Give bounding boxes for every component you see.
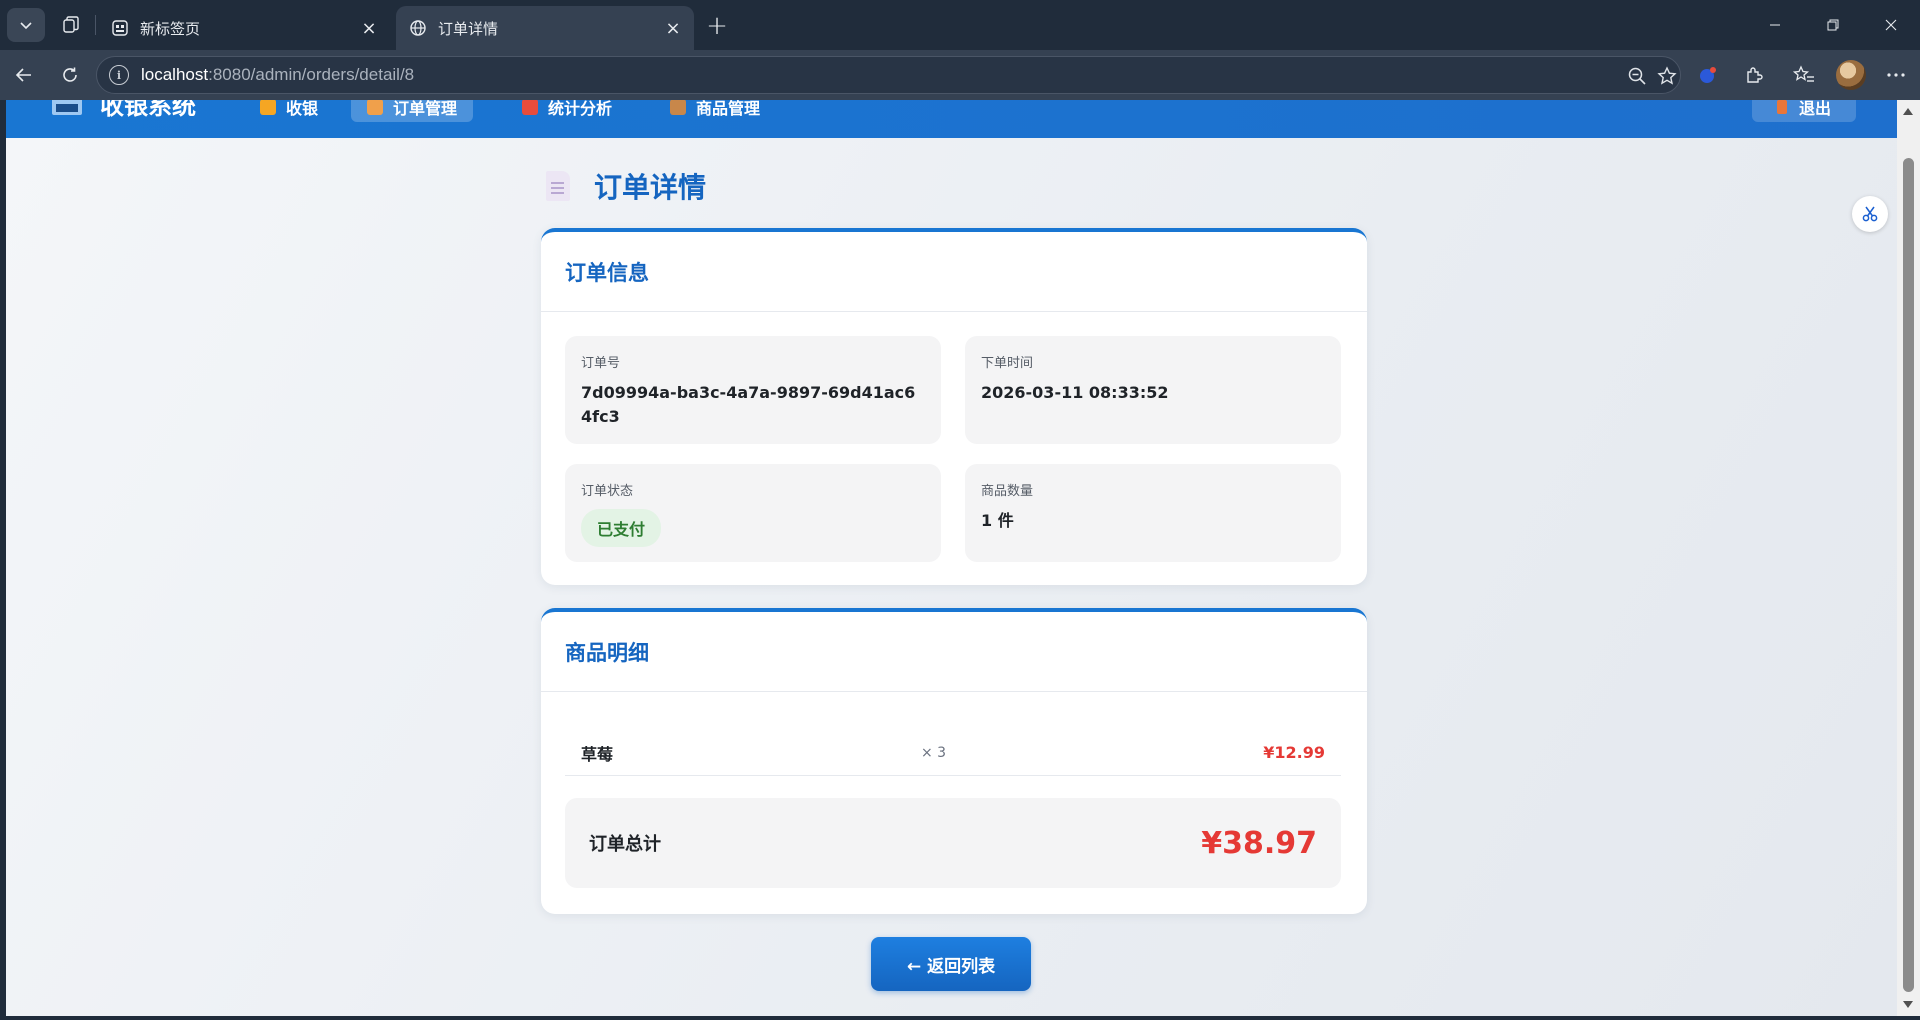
puzzle-icon [1747,67,1763,83]
close-icon [1885,19,1897,31]
close-window-button[interactable] [1862,0,1920,50]
field-label: 订单号 [581,356,621,371]
checkout-icon [260,100,276,115]
nav-label: 统计分析 [548,100,613,118]
order-status-field: 订单状态 已支付 [565,464,941,562]
extensions-button[interactable] [1736,58,1772,92]
url-path: :8080/admin/orders/detail/8 [208,65,415,84]
item-count-value: 1 件 [981,511,1014,530]
tab-title: 订单详情 [438,19,499,38]
site-info-icon[interactable]: i [109,65,129,85]
back-to-list-button[interactable]: ← 返回列表 [871,937,1031,991]
more-horizontal-icon [1887,73,1905,77]
browser-tab-bar: 新标签页 × 订单详情 × + [0,0,1920,50]
app-name: 收银系统 [100,100,196,120]
field-label: 下单时间 [981,356,1034,371]
orders-icon [367,100,383,115]
bar-chart-icon [522,100,538,115]
workspaces-icon [63,16,79,33]
card-heading: 商品明细 [541,612,1367,692]
nav-label: 商品管理 [696,100,761,118]
page-scrollbar[interactable] [1897,100,1920,1016]
order-info-card: 订单信息 订单号 7d09994a-ba3c-4a7a-9897-69d41ac… [541,228,1367,585]
item-quantity: × 3 [921,744,947,761]
reload-button[interactable] [52,58,88,92]
close-icon[interactable]: × [662,17,684,39]
total-value: ¥38.97 [1201,825,1317,861]
app-logo[interactable]: 收银系统 [52,100,196,121]
tab-order-detail[interactable]: 订单详情 × [396,6,694,50]
nav-item-products[interactable]: 商品管理 [654,100,776,122]
zoom-icon[interactable] [1622,57,1652,95]
new-tab-page-icon [110,18,130,38]
tab-separator [95,15,96,35]
address-bar[interactable]: i localhost:8080/admin/orders/detail/8 [96,56,1681,94]
restore-icon [1827,19,1839,31]
page-title-text: 订单详情 [594,171,707,204]
item-name: 草莓 [581,744,614,764]
scrollbar-thumb[interactable] [1903,158,1914,992]
scroll-down-icon[interactable] [1903,1001,1913,1008]
package-icon [670,100,686,115]
order-number-field: 订单号 7d09994a-ba3c-4a7a-9897-69d41ac64fc3 [565,336,941,444]
restore-button[interactable] [1804,0,1862,50]
scissors-icon [1862,206,1878,222]
favorite-star-icon[interactable] [1652,57,1682,95]
order-number-value: 7d09994a-ba3c-4a7a-9897-69d41ac64fc3 [581,383,916,426]
order-time-value: 2026-03-11 08:33:52 [981,383,1169,402]
status-badge: 已支付 [581,509,662,547]
order-time-field: 下单时间 2026-03-11 08:33:52 [965,336,1341,444]
workspaces-button[interactable] [54,8,88,42]
profile-avatar[interactable] [1836,60,1866,90]
reload-icon [63,67,77,82]
browser-toolbar: i localhost:8080/admin/orders/detail/8 [0,50,1920,100]
more-menu-button[interactable] [1878,58,1914,92]
scroll-up-icon[interactable] [1903,108,1913,115]
door-icon [1776,100,1787,114]
new-tab-button[interactable]: + [700,10,734,42]
nav-label: 收银 [286,100,319,118]
arrow-left-icon [15,68,31,82]
total-label: 订单总计 [589,834,661,855]
tab-new-tab[interactable]: 新标签页 × [98,6,390,50]
document-icon [546,171,570,201]
url-text[interactable]: localhost:8080/admin/orders/detail/8 [141,65,414,85]
favorites-list-icon [1793,65,1814,82]
field-label: 商品数量 [981,484,1034,499]
tab-title: 新标签页 [140,19,201,38]
field-label: 订单状态 [581,484,634,499]
card-heading: 订单信息 [541,232,1367,312]
nav-item-statistics[interactable]: 统计分析 [506,100,628,122]
cash-register-icon [52,100,82,115]
logout-button[interactable]: 退出 [1752,100,1856,122]
order-total: 订单总计 ¥38.97 [565,798,1341,888]
page-viewport: 收银系统 收银 订单管理 统计分析 商品管理 退出 订单详情 订单信息 订单号 … [6,100,1920,1016]
minimize-icon [1770,24,1780,26]
globe-icon [408,18,428,38]
favorites-button[interactable] [1786,58,1822,92]
chevron-down-icon [20,22,32,30]
nav-item-orders[interactable]: 订单管理 [351,100,474,122]
close-icon[interactable]: × [358,17,380,39]
extension-badge-icon [1700,67,1716,83]
minimize-button[interactable] [1746,0,1804,50]
back-nav-button[interactable] [6,58,42,92]
logout-label: 退出 [1798,100,1831,118]
list-item: 草莓 × 3 ¥12.99 [565,730,1341,776]
url-host: localhost [141,65,209,84]
page-title: 订单详情 [546,166,706,206]
extension-button[interactable] [1690,58,1726,92]
nav-item-checkout[interactable]: 收银 [244,100,334,122]
app-header: 收银系统 收银 订单管理 统计分析 商品管理 退出 [6,100,1897,138]
nav-label: 订单管理 [393,100,458,118]
order-items-card: 商品明细 草莓 × 3 ¥12.99 订单总计 ¥38.97 [541,608,1367,914]
screenshot-tool-button[interactable] [1852,196,1888,232]
tab-list-button[interactable] [7,8,45,42]
item-price: ¥12.99 [1263,743,1325,762]
item-count-field: 商品数量 1 件 [965,464,1341,562]
